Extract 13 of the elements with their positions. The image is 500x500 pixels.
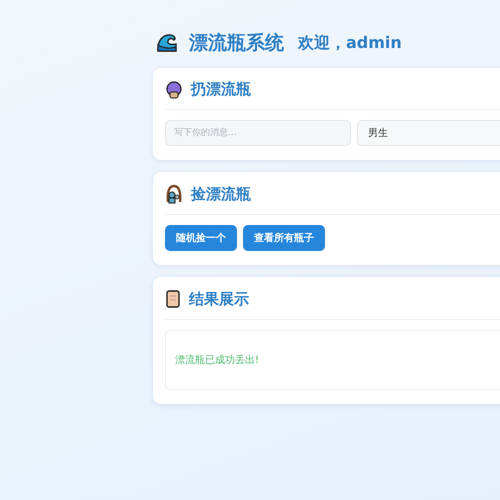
action-button[interactable]: 随机捡一个 bbox=[165, 225, 237, 251]
welcome-text: 欢迎，admin bbox=[298, 32, 402, 54]
gender-select[interactable]: 男生 bbox=[357, 120, 500, 146]
section-title: 捡漂流瓶 bbox=[191, 184, 251, 204]
result-message: 漂流瓶已成功丢出! bbox=[175, 354, 260, 367]
scroll-icon bbox=[165, 289, 181, 309]
action-button[interactable]: 查看所有瓶子 bbox=[243, 225, 325, 251]
section-title: 扔漂流瓶 bbox=[191, 80, 251, 99]
section-title: 结果展示 bbox=[189, 290, 249, 308]
app-title: 漂流瓶系统 bbox=[189, 31, 284, 56]
person-icon bbox=[165, 184, 183, 204]
message-field[interactable]: 写下你的消息... bbox=[165, 120, 351, 146]
orb-icon bbox=[165, 80, 183, 98]
